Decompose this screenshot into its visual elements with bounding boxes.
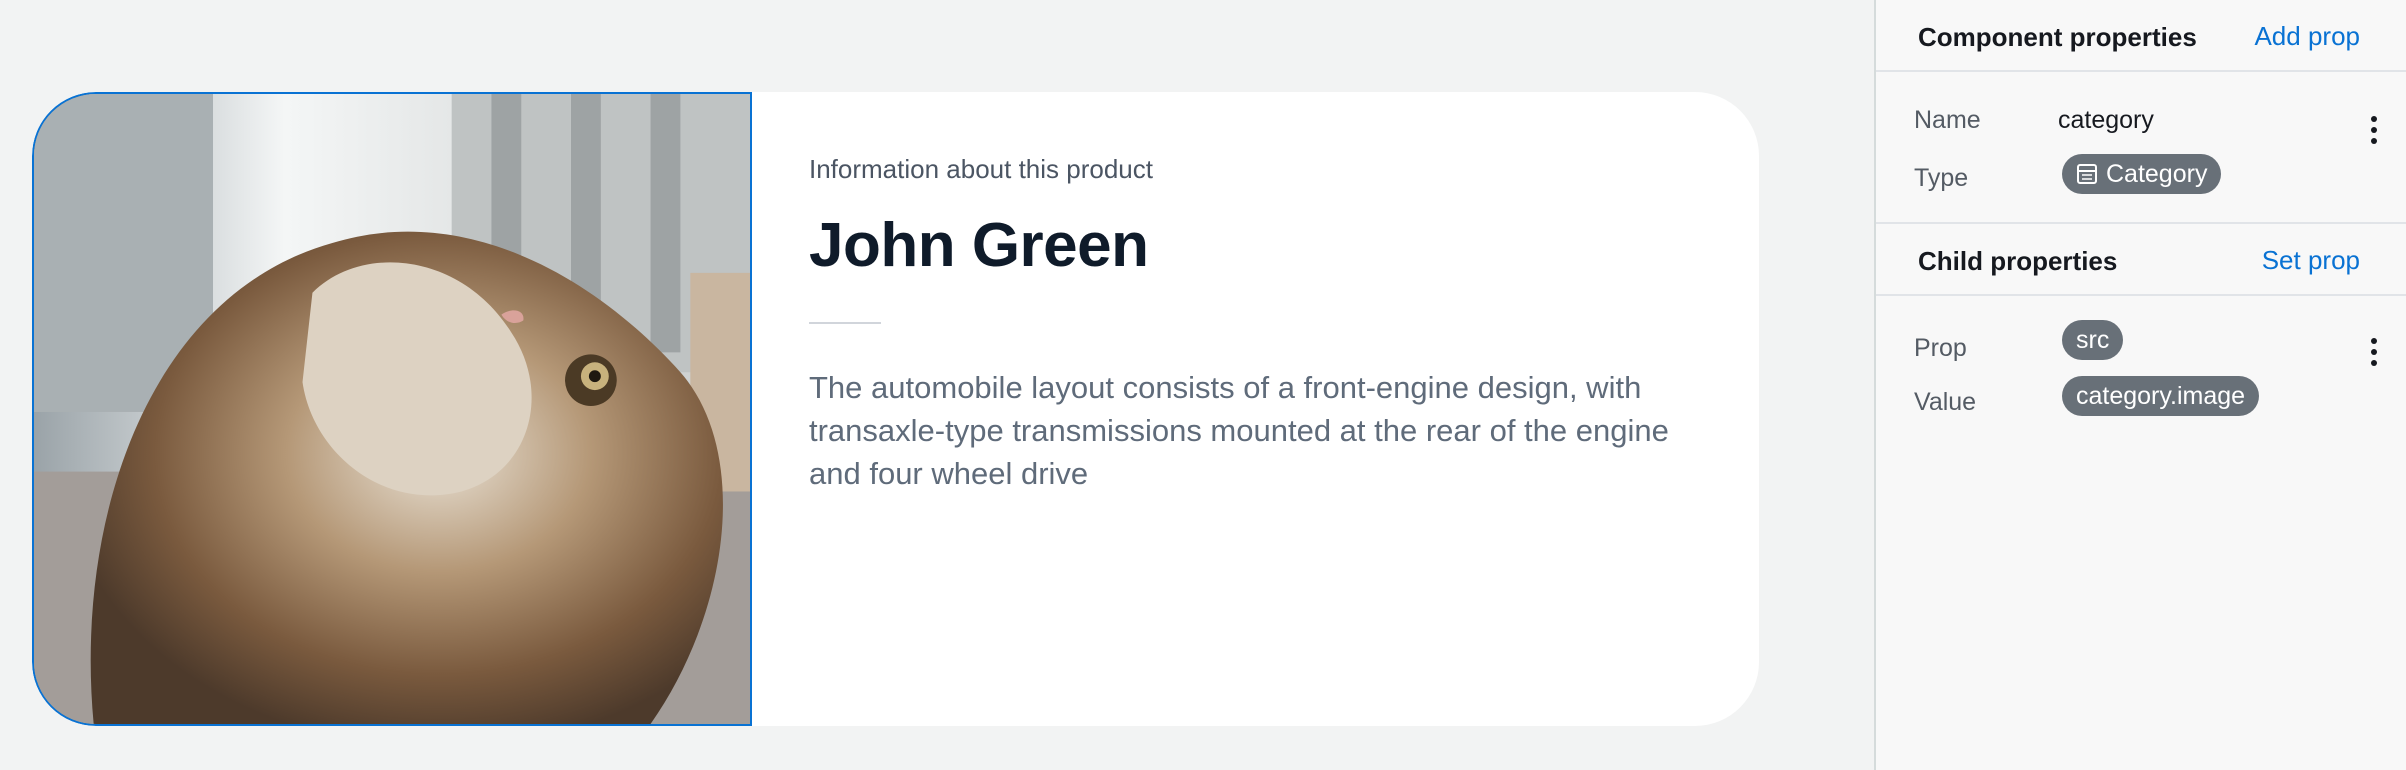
value-badge[interactable]: category.image — [2062, 376, 2260, 416]
value-badge-label: category.image — [2076, 382, 2246, 410]
card-description: The automobile layout consists of a fron… — [809, 370, 1669, 491]
component-properties-header: Component properties Add prop — [1876, 0, 2406, 72]
prop-label: Prop — [1914, 334, 1967, 362]
component-properties-section: Name category Type Category — [1876, 72, 2406, 224]
set-prop-link[interactable]: Set prop — [2262, 245, 2360, 276]
type-badge[interactable]: Category — [2062, 154, 2222, 194]
prop-badge-label: src — [2076, 326, 2110, 354]
type-label: Type — [1914, 164, 1969, 192]
card-eyebrow: Information about this product — [809, 154, 1153, 184]
canvas: Information about this product John Gree… — [0, 0, 1874, 770]
child-actions-menu-icon[interactable] — [2370, 338, 2378, 374]
name-label: Name — [1914, 106, 1981, 134]
component-properties-title: Component properties — [1918, 22, 2197, 52]
name-value[interactable]: category — [2058, 106, 2154, 135]
value-label: Value — [1914, 388, 1977, 416]
properties-panel: Component properties Add prop Name categ… — [1874, 0, 2406, 770]
card-title: John Green — [809, 211, 1149, 280]
card-divider — [809, 322, 881, 324]
add-prop-link[interactable]: Add prop — [2254, 21, 2360, 52]
prop-badge[interactable]: src — [2062, 320, 2124, 360]
child-properties-header: Child properties Set prop — [1876, 224, 2406, 296]
child-properties-section: Prop src Value category.image — [1876, 296, 2406, 696]
cat-photo — [34, 94, 750, 724]
type-badge-label: Category — [2106, 160, 2208, 188]
product-card[interactable]: Information about this product John Gree… — [32, 92, 1759, 726]
product-image[interactable] — [32, 92, 752, 726]
table-icon — [2077, 164, 2097, 184]
child-properties-title: Child properties — [1918, 246, 2118, 276]
component-actions-menu-icon[interactable] — [2370, 116, 2378, 152]
